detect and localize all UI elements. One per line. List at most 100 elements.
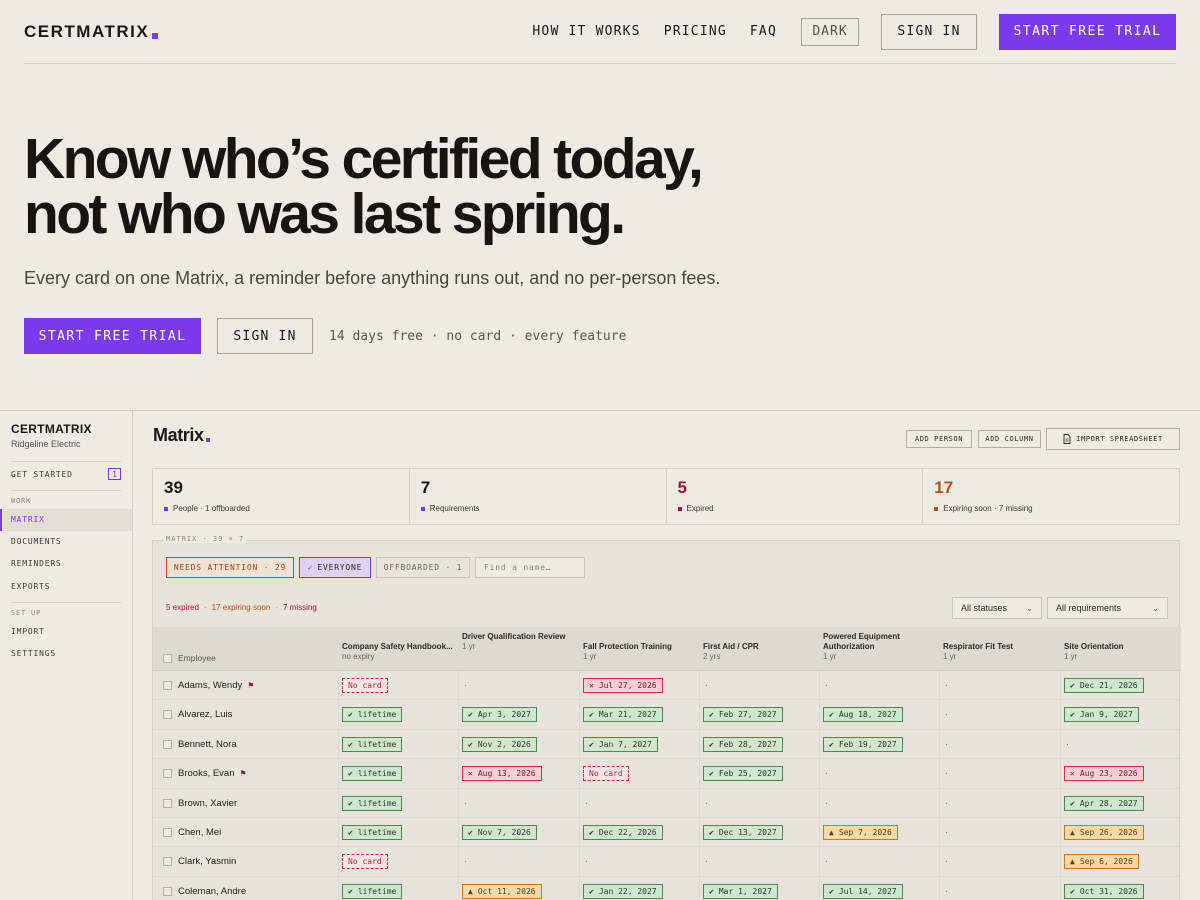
empty-cell[interactable]: · <box>585 856 588 866</box>
column-header[interactable]: Respirator Fit Test 1 yr <box>943 642 1058 662</box>
status-cell[interactable]: ✔ lifetime <box>342 736 403 752</box>
hero-signin-button[interactable]: SIGN IN <box>217 318 313 354</box>
column-header[interactable]: First Aid / CPR 2 yrs <box>703 642 818 662</box>
status-cell[interactable]: No card <box>583 766 629 782</box>
row-checkbox[interactable] <box>163 886 172 896</box>
status-cell[interactable]: ✔ Oct 31, 2026 <box>1064 883 1144 899</box>
empty-cell[interactable]: · <box>945 709 948 719</box>
row-checkbox[interactable] <box>163 798 172 808</box>
status-cell[interactable]: ✔ Apr 28, 2027 <box>1064 795 1144 811</box>
employee-name[interactable]: Brooks, Evan ⚑ <box>163 768 247 779</box>
employee-name[interactable]: Coleman, Andre <box>163 886 246 897</box>
employee-name[interactable]: Alvarez, Luis <box>163 709 232 720</box>
status-cell[interactable]: ✔ Feb 28, 2027 <box>703 736 783 752</box>
nav-how-it-works[interactable]: HOW IT WORKS <box>532 24 640 39</box>
nav-trial-button[interactable]: START FREE TRIAL <box>999 13 1176 50</box>
row-checkbox[interactable] <box>163 710 172 720</box>
summary-expired[interactable]: 5 expired <box>166 603 199 612</box>
sidebar-item-documents[interactable]: DOCUMENTS <box>11 537 62 546</box>
status-cell[interactable]: ✔ Feb 25, 2027 <box>703 766 783 782</box>
status-cell[interactable]: ▲ Sep 6, 2026 <box>1064 854 1139 870</box>
status-cell[interactable]: ✔ Jan 22, 2027 <box>583 883 663 899</box>
status-cell[interactable]: ✔ Mar 1, 2027 <box>703 883 778 899</box>
empty-cell[interactable]: · <box>945 798 948 808</box>
status-cell[interactable]: ✔ Jan 7, 2027 <box>583 736 658 752</box>
column-header[interactable]: Fall Protection Training 1 yr <box>583 642 698 662</box>
table-row[interactable]: Coleman, Andre ✔ lifetime ▲ Oct 11, 2026 ✔ Jan… <box>153 876 1181 900</box>
status-cell[interactable]: ▲ Sep 7, 2026 <box>823 824 898 840</box>
empty-cell[interactable]: · <box>464 680 467 690</box>
add-column-button[interactable]: ADD COLUMN <box>978 430 1041 448</box>
empty-cell[interactable]: · <box>945 739 948 749</box>
table-row[interactable]: Chen, Mei ✔ lifetime ✔ Nov 7, 2026 ✔ Dec 22, 2… <box>153 817 1181 848</box>
filter-needs-attention[interactable]: NEEDS ATTENTION · 29 <box>166 557 294 578</box>
empty-cell[interactable]: · <box>825 680 828 690</box>
row-checkbox[interactable] <box>163 857 172 867</box>
empty-cell[interactable]: · <box>945 680 948 690</box>
status-select[interactable]: All statuses ⌄ <box>952 597 1042 619</box>
add-person-button[interactable]: ADD PERSON <box>906 430 972 448</box>
table-row[interactable]: Alvarez, Luis ✔ lifetime ✔ Apr 3, 2027 ✔ Mar 2… <box>153 700 1181 730</box>
employee-name[interactable]: Bennett, Nora <box>163 739 237 750</box>
empty-cell[interactable]: · <box>464 798 467 808</box>
status-cell[interactable]: ✔ Aug 18, 2027 <box>823 707 903 723</box>
sidebar-item-reminders[interactable]: REMINDERS <box>11 559 62 568</box>
empty-cell[interactable]: · <box>945 827 948 837</box>
status-cell[interactable]: ✕ Jul 27, 2026 <box>583 678 663 693</box>
empty-cell[interactable]: · <box>705 856 708 866</box>
status-cell[interactable]: ✕ Aug 13, 2026 <box>462 766 542 782</box>
row-checkbox[interactable] <box>163 769 172 779</box>
status-cell[interactable]: ✔ Apr 3, 2027 <box>462 707 537 723</box>
sidebar-item-exports[interactable]: EXPORTS <box>11 582 50 591</box>
status-cell[interactable]: ✔ Dec 21, 2026 <box>1064 678 1144 693</box>
select-all-checkbox[interactable] <box>163 653 172 663</box>
empty-cell[interactable]: · <box>945 886 948 896</box>
empty-cell[interactable]: · <box>825 768 828 778</box>
sidebar-item-matrix[interactable]: MATRIX <box>11 515 45 524</box>
status-cell[interactable]: ▲ Sep 26, 2026 <box>1064 824 1144 840</box>
status-cell[interactable]: ✔ Feb 27, 2027 <box>703 707 783 723</box>
status-cell[interactable]: No card <box>342 678 388 693</box>
status-cell[interactable]: ✔ Jan 9, 2027 <box>1064 707 1139 723</box>
row-checkbox[interactable] <box>163 827 172 837</box>
employee-name[interactable]: Brown, Xavier <box>163 798 237 809</box>
table-row[interactable]: Adams, Wendy ⚑ No card · ✕ Jul 27, 2026 · · · ✔ De… <box>153 671 1181 701</box>
empty-cell[interactable]: · <box>945 856 948 866</box>
employee-name[interactable]: Adams, Wendy ⚑ <box>163 680 254 691</box>
empty-cell[interactable]: · <box>705 680 708 690</box>
table-row[interactable]: Brown, Xavier ✔ lifetime · · · · · ✔ Apr 28, 2027 <box>153 788 1181 818</box>
import-spreadsheet-button[interactable]: IMPORT SPREADSHEET <box>1046 428 1180 450</box>
column-header[interactable]: Driver Qualification Review 1 yr <box>462 632 577 652</box>
status-cell[interactable]: ✔ lifetime <box>342 824 403 840</box>
status-cell[interactable]: ▲ Oct 11, 2026 <box>462 883 542 899</box>
summary-expiring[interactable]: 17 expiring soon <box>212 603 271 612</box>
filter-offboarded[interactable]: OFFBOARDED · 1 <box>376 557 470 578</box>
status-cell[interactable]: ✔ lifetime <box>342 707 403 723</box>
nav-faq[interactable]: FAQ <box>750 24 777 39</box>
table-row[interactable]: Brooks, Evan ⚑ ✔ lifetime ✕ Aug 13, 2026 No ca… <box>153 759 1181 789</box>
status-cell[interactable]: ✔ Feb 19, 2027 <box>823 736 903 752</box>
empty-cell[interactable]: · <box>464 856 467 866</box>
row-checkbox[interactable] <box>163 739 172 749</box>
status-cell[interactable]: ✔ Dec 22, 2026 <box>583 824 663 840</box>
requirement-select[interactable]: All requirements ⌄ <box>1047 597 1168 619</box>
empty-cell[interactable]: · <box>825 856 828 866</box>
status-cell[interactable]: ✔ Mar 21, 2027 <box>583 707 663 723</box>
status-cell[interactable]: ✔ lifetime <box>342 795 403 811</box>
status-cell[interactable]: ✔ Nov 7, 2026 <box>462 824 537 840</box>
sidebar-item-get-started[interactable]: GET STARTED <box>11 470 73 479</box>
status-cell[interactable]: ✔ Jul 14, 2027 <box>823 883 903 899</box>
column-header[interactable]: Company Safety Handbook... no expiry <box>342 642 457 662</box>
row-checkbox[interactable] <box>163 681 172 690</box>
employee-name[interactable]: Chen, Mei <box>163 827 221 838</box>
empty-cell[interactable]: · <box>1066 739 1069 749</box>
status-cell[interactable]: ✕ Aug 23, 2026 <box>1064 766 1144 782</box>
dark-mode-toggle[interactable]: DARK <box>801 17 859 46</box>
table-row[interactable]: Bennett, Nora ✔ lifetime ✔ Nov 2, 2026 ✔ Jan 7… <box>153 729 1181 760</box>
sidebar-item-import[interactable]: IMPORT <box>11 627 45 636</box>
status-cell[interactable]: ✔ lifetime <box>342 883 403 899</box>
status-cell[interactable]: ✔ Dec 13, 2027 <box>703 824 783 840</box>
status-cell[interactable]: ✔ lifetime <box>342 766 403 782</box>
filter-everyone[interactable]: ✓ EVERYONE <box>299 557 371 578</box>
empty-cell[interactable]: · <box>705 798 708 808</box>
